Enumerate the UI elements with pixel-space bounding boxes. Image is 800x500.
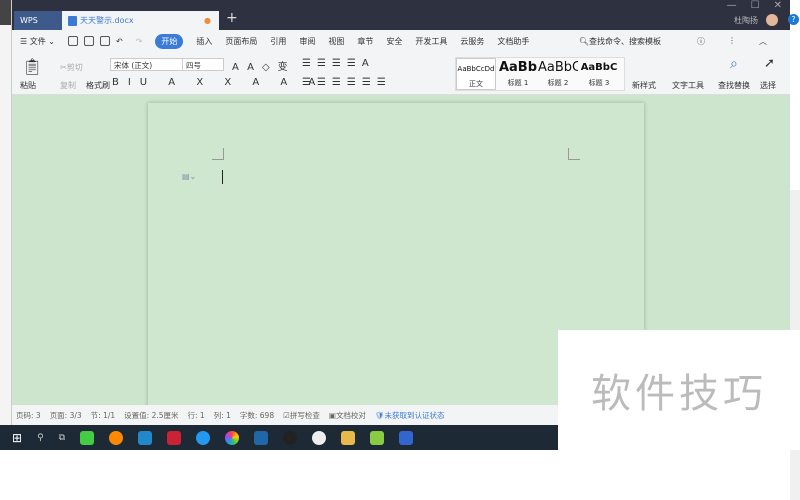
app-icon[interactable] [109, 430, 124, 445]
paragraph-icon[interactable]: ▤⌄ [182, 172, 196, 181]
unsaved-dot-icon: ● [204, 16, 211, 25]
file-explorer-icon[interactable] [341, 430, 356, 445]
paragraph-buttons[interactable]: ☰☰☰☰A [302, 58, 375, 69]
app-icon[interactable] [225, 430, 240, 445]
minimize-icon[interactable]: — [727, 0, 737, 11]
certification-status[interactable]: 🛡︎未获取到认证状态 [375, 410, 445, 421]
search-icon: ⌕ [730, 56, 738, 72]
wechat-icon[interactable] [80, 430, 95, 445]
font-size-select[interactable]: 四号 [182, 58, 224, 71]
format-buttons[interactable]: BIU A X X A A A [112, 77, 324, 88]
task-view-icon[interactable]: ⧉ [59, 433, 65, 443]
tab-security[interactable]: 安全 [386, 36, 402, 47]
pdf-icon[interactable] [370, 430, 385, 445]
menu-bar: ☰ 文件 ⌄ ↶ ↷ 开始 插入 页面布局 引用 审阅 视图 章节 安全 开发工具… [12, 30, 790, 52]
new-tab-button[interactable]: + [226, 10, 238, 26]
paste-icon[interactable]: 📋︎ [22, 57, 42, 76]
cut-button[interactable]: ✂剪切 [60, 62, 83, 73]
more-icon[interactable]: ⋮ [728, 36, 736, 47]
cursor-icon: ➚ [764, 56, 775, 71]
margin-mark [212, 148, 224, 160]
tab-developer[interactable]: 开发工具 [415, 36, 447, 47]
title-bar: WPS 天天警示.docx ● + — ☐ ✕ 杜陶扬 [12, 0, 790, 30]
doc-icon [68, 15, 77, 26]
font-size-buttons[interactable]: AA◇变 [232, 58, 296, 73]
tab-cloud[interactable]: 云服务 [460, 36, 484, 47]
tab-view[interactable]: 视图 [328, 36, 344, 47]
setting-value: 设置值: 2.5厘米 [124, 410, 179, 420]
word-count[interactable]: 字数: 698 [240, 410, 274, 421]
collapse-ribbon-icon[interactable]: ︿ [759, 36, 767, 47]
help-icon[interactable]: ? [788, 14, 799, 25]
style-heading-2[interactable]: AaBbC 标题 2 [538, 58, 578, 90]
tab-insert[interactable]: 插入 [196, 36, 212, 47]
close-icon[interactable]: ✕ [774, 0, 782, 11]
avatar[interactable] [766, 14, 778, 26]
row: 行: 1 [187, 410, 205, 420]
file-menu[interactable]: ☰ 文件 ⌄ [20, 36, 55, 47]
redo-icon[interactable]: ↷ [136, 37, 143, 46]
page-number: 页码: 3 [16, 410, 41, 420]
tab-review[interactable]: 审阅 [299, 36, 315, 47]
find-replace-button[interactable]: 查找替换 [718, 80, 750, 91]
select-button[interactable]: 选择 [760, 80, 776, 91]
section: 节: 1/1 [90, 410, 116, 420]
format-painter-button[interactable]: 格式刷 [86, 80, 110, 91]
save-icon[interactable] [67, 36, 78, 46]
qq-icon[interactable] [283, 430, 298, 445]
doc-tab-label: 天天警示.docx [80, 16, 134, 25]
preview-icon[interactable] [99, 36, 110, 46]
undo-icon[interactable]: ↶ [116, 37, 123, 46]
page-count: 页面: 3/3 [49, 410, 82, 420]
app-icon[interactable] [167, 430, 182, 445]
user-name[interactable]: 杜陶扬 [734, 15, 758, 26]
tab-chapter[interactable]: 章节 [357, 36, 373, 47]
style-heading-3[interactable]: AaBbC 标题 3 [578, 58, 620, 90]
margin-mark [568, 148, 580, 160]
windows-start-icon[interactable]: ⊞ [12, 431, 22, 445]
tab-home[interactable]: 开始 [155, 33, 184, 49]
watermark: 软件技巧 [558, 330, 800, 450]
style-normal[interactable]: AaBbCcDd 正文 [456, 58, 496, 90]
proofread-button[interactable]: ▣文档校对 [329, 410, 366, 421]
background-window [0, 0, 12, 425]
ribbon: 📋︎ 粘贴 ✂剪切 复制 格式刷 宋体 (正文) 四号 BIU A X X A … [12, 52, 790, 95]
copy-button[interactable]: 复制 [60, 80, 76, 91]
document-tab[interactable]: 天天警示.docx ● [62, 11, 219, 30]
tab-doc-assistant[interactable]: 文档助手 [497, 36, 529, 47]
wps-icon[interactable] [399, 430, 414, 445]
column: 列: 1 [213, 410, 231, 420]
paste-button[interactable]: 粘贴 [20, 80, 36, 91]
tab-layout[interactable]: 页面布局 [225, 36, 257, 47]
text-tools-button[interactable]: 文字工具 [672, 80, 704, 91]
app-icon[interactable] [138, 430, 153, 445]
new-style-button[interactable]: 新样式 [632, 80, 656, 91]
tab-references[interactable]: 引用 [270, 36, 286, 47]
spell-check-button[interactable]: ☑拼写检查 [283, 410, 320, 421]
text-cursor [222, 170, 223, 184]
search-icon[interactable]: ⚲ [37, 433, 44, 443]
maximize-icon[interactable]: ☐ [751, 0, 760, 11]
app-icon[interactable] [254, 430, 269, 445]
help-icon[interactable]: ⓘ [697, 36, 705, 47]
app-tab-label: WPS [20, 16, 38, 25]
ie-icon[interactable] [196, 430, 211, 445]
align-buttons[interactable]: ☰☰☰☰☰☰ [302, 77, 392, 88]
command-search[interactable]: 🔍︎查找命令、搜索模板 [579, 36, 674, 47]
style-heading-1[interactable]: AaBb 标题 1 [498, 58, 538, 90]
print-icon[interactable] [83, 36, 94, 46]
wps-home-tab[interactable]: WPS [14, 11, 62, 30]
app-icon[interactable] [312, 430, 327, 445]
